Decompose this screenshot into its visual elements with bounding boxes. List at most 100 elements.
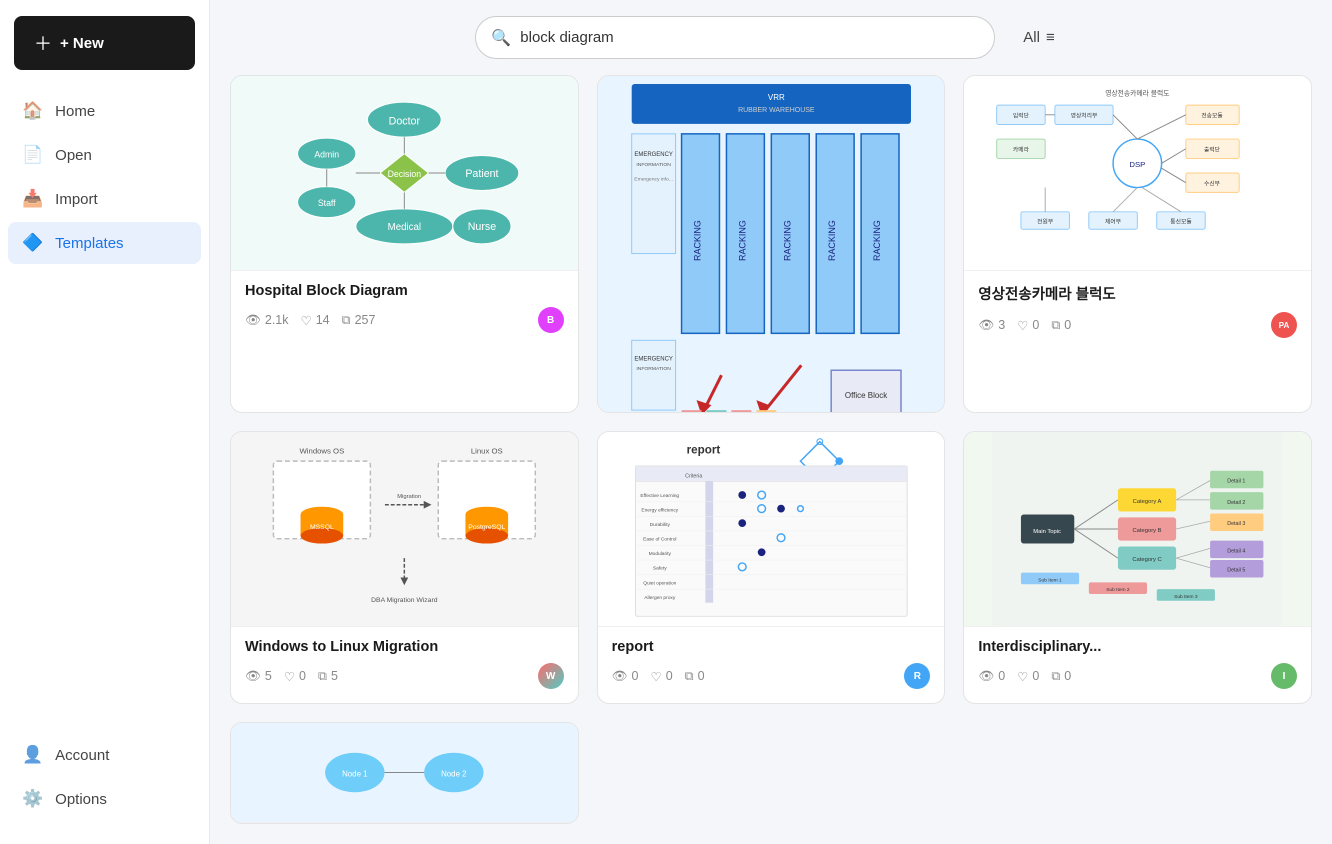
card-migration[interactable]: Windows OS MSSQL Migration Linux OS [230,431,579,704]
copies-interdisciplinary: ⧉ 0 [1051,669,1071,684]
svg-text:Windows OS: Windows OS [299,446,344,455]
card-hospital[interactable]: Doctor Decision Patient Medical Nurse Ad [230,75,579,413]
copy-icon: ⧉ [1051,669,1060,684]
new-button-label: + New [60,35,104,52]
card-bottomleft[interactable]: Node 1 Node 2 [230,722,579,824]
svg-text:VRR: VRR [768,93,785,102]
card-report[interactable]: report Criteria Effective Learning Energ… [597,431,946,704]
card-meta-camera: 👁 3 ♡ 0 ⧉ 0 PA [978,312,1297,338]
svg-text:Linux OS: Linux OS [471,446,503,455]
svg-text:Staff: Staff [318,198,336,208]
sidebar-label-options: Options [55,791,107,808]
svg-text:Category B: Category B [1133,528,1162,534]
svg-text:Modularity: Modularity [648,551,671,557]
heart-icon: ♡ [301,313,312,328]
avatar-interdisciplinary: I [1271,663,1297,689]
svg-text:RACKING: RACKING [782,220,792,261]
likes-camera: ♡ 0 [1017,318,1039,333]
svg-text:Medical: Medical [388,222,421,233]
card-info-interdisciplinary: Interdisciplinary... 👁 0 ♡ 0 ⧉ 0 I [964,627,1311,703]
svg-text:카메라: 카메라 [1013,146,1030,154]
options-icon: ⚙️ [22,789,43,809]
svg-text:RUBBER WAREHOUSE: RUBBER WAREHOUSE [738,107,815,114]
sidebar-label-home: Home [55,103,95,120]
avatar-migration: W [538,663,564,689]
card-interdisciplinary[interactable]: Main Topic Category A Category B Categor… [963,431,1312,704]
search-input[interactable] [475,16,995,59]
copies-camera: ⧉ 0 [1051,318,1071,333]
svg-text:Decision: Decision [388,169,422,179]
svg-text:출력단: 출력단 [1204,146,1221,154]
svg-text:INFORMATION: INFORMATION [636,366,671,372]
svg-text:RACKING: RACKING [737,220,747,261]
sidebar-label-templates: Templates [55,235,123,252]
views-migration: 👁 5 [245,669,272,684]
card-meta-hospital: 👁 2.1k ♡ 14 ⧉ 257 B [245,307,564,333]
card-title-report: report [612,639,931,655]
sidebar-bottom: 👤 Account ⚙️ Options [0,734,209,828]
interdisciplinary-svg: Main Topic Category A Category B Categor… [964,432,1311,626]
card-thumb-migration: Windows OS MSSQL Migration Linux OS [231,432,578,627]
filter-button[interactable]: All ≡ [1011,21,1066,54]
copies-migration: ⧉ 5 [318,669,338,684]
card-thumb-report: report Criteria Effective Learning Energ… [598,432,945,627]
svg-text:EMERGENCY: EMERGENCY [634,152,672,158]
svg-text:영상전송카메라 블럭도: 영상전송카메라 블럭도 [1106,88,1170,97]
sidebar-item-home[interactable]: 🏠 Home [8,90,201,132]
plus-icon: ＋ [34,30,52,56]
account-icon: 👤 [22,745,43,765]
sidebar-item-open[interactable]: 📄 Open [8,134,201,176]
svg-text:Detail 3: Detail 3 [1228,521,1246,527]
svg-text:RACKING: RACKING [692,220,702,261]
svg-text:Sub Item 2: Sub Item 2 [1107,587,1131,593]
card-title-hospital: Hospital Block Diagram [245,283,564,299]
svg-text:Main Topic: Main Topic [1034,529,1062,535]
svg-text:영상처리부: 영상처리부 [1071,112,1098,120]
new-button[interactable]: ＋ + New [14,16,195,70]
svg-text:제어부: 제어부 [1105,217,1122,225]
svg-text:Sub Item 1: Sub Item 1 [1039,577,1063,583]
sidebar-item-templates[interactable]: 🔷 Templates [8,222,201,264]
svg-text:DSP: DSP [1130,160,1146,169]
sidebar-item-import[interactable]: 📥 Import [8,178,201,220]
views-report: 👁 0 [612,669,639,684]
hospital-diagram-svg: Doctor Decision Patient Medical Nurse Ad [231,76,578,270]
svg-text:EMERGENCY: EMERGENCY [634,356,672,362]
svg-text:Sub Item 3: Sub Item 3 [1174,594,1198,600]
card-camera[interactable]: 영상전송카메라 블럭도 입력단 영상처리부 카메라 전송모듈 출력단 수신부 [963,75,1312,413]
sidebar-label-open: Open [55,147,92,164]
card-vanryn[interactable]: VRR RUBBER WAREHOUSE RACKING RACKING RAC… [597,75,946,413]
likes-interdisciplinary: ♡ 0 [1017,669,1039,684]
heart-icon: ♡ [1017,669,1028,684]
likes-hospital: ♡ 14 [301,313,330,328]
views-hospital: 👁 2.1k [245,313,289,328]
card-info-report: report 👁 0 ♡ 0 ⧉ 0 R [598,627,945,703]
views-interdisciplinary: 👁 0 [978,669,1005,684]
svg-text:RACKING: RACKING [827,220,837,261]
svg-text:Node 2: Node 2 [441,769,467,778]
svg-text:Detail 4: Detail 4 [1228,548,1246,554]
card-meta-interdisciplinary: 👁 0 ♡ 0 ⧉ 0 I [978,663,1297,689]
svg-text:Detail 5: Detail 5 [1228,568,1246,574]
avatar-hospital: B [538,307,564,333]
card-title-camera: 영상전송카메라 블럭도 [978,283,1297,304]
svg-text:Office Block: Office Block [845,391,887,400]
sidebar-item-account[interactable]: 👤 Account [8,734,201,776]
views-camera: 👁 3 [978,318,1005,333]
sidebar: ＋ + New 🏠 Home 📄 Open 📥 Import 🔷 Templat… [0,0,210,844]
card-meta-report: 👁 0 ♡ 0 ⧉ 0 R [612,663,931,689]
filter-label: All [1023,29,1040,46]
warehouse-svg: VRR RUBBER WAREHOUSE RACKING RACKING RAC… [598,76,945,413]
report-svg: report Criteria Effective Learning Energ… [598,432,945,626]
heart-icon: ♡ [284,669,295,684]
svg-text:Allergen proxy: Allergen proxy [644,595,676,601]
avatar-camera: PA [1271,312,1297,338]
search-wrapper: 🔍 [475,16,995,59]
svg-text:Durability: Durability [649,522,670,528]
svg-text:Patient: Patient [465,168,498,180]
sidebar-item-options[interactable]: ⚙️ Options [8,778,201,820]
svg-text:Migration: Migration [397,494,421,500]
open-icon: 📄 [22,145,43,165]
copies-report: ⧉ 0 [685,669,705,684]
likes-report: ♡ 0 [650,669,672,684]
